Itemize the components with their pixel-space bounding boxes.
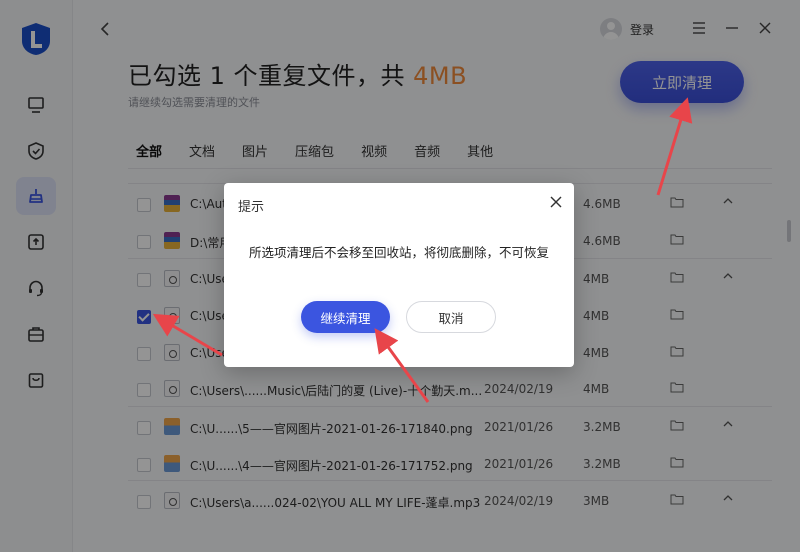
dialog-title: 提示 [238, 196, 264, 215]
continue-clean-button[interactable]: 继续清理 [301, 301, 390, 333]
cancel-button[interactable]: 取消 [406, 301, 496, 333]
dialog-close-icon[interactable] [550, 196, 562, 208]
dialog-message: 所选项清理后不会移至回收站，将彻底删除，不可恢复 [224, 242, 574, 261]
confirm-dialog: 提示 所选项清理后不会移至回收站，将彻底删除，不可恢复 继续清理 取消 [224, 183, 574, 367]
